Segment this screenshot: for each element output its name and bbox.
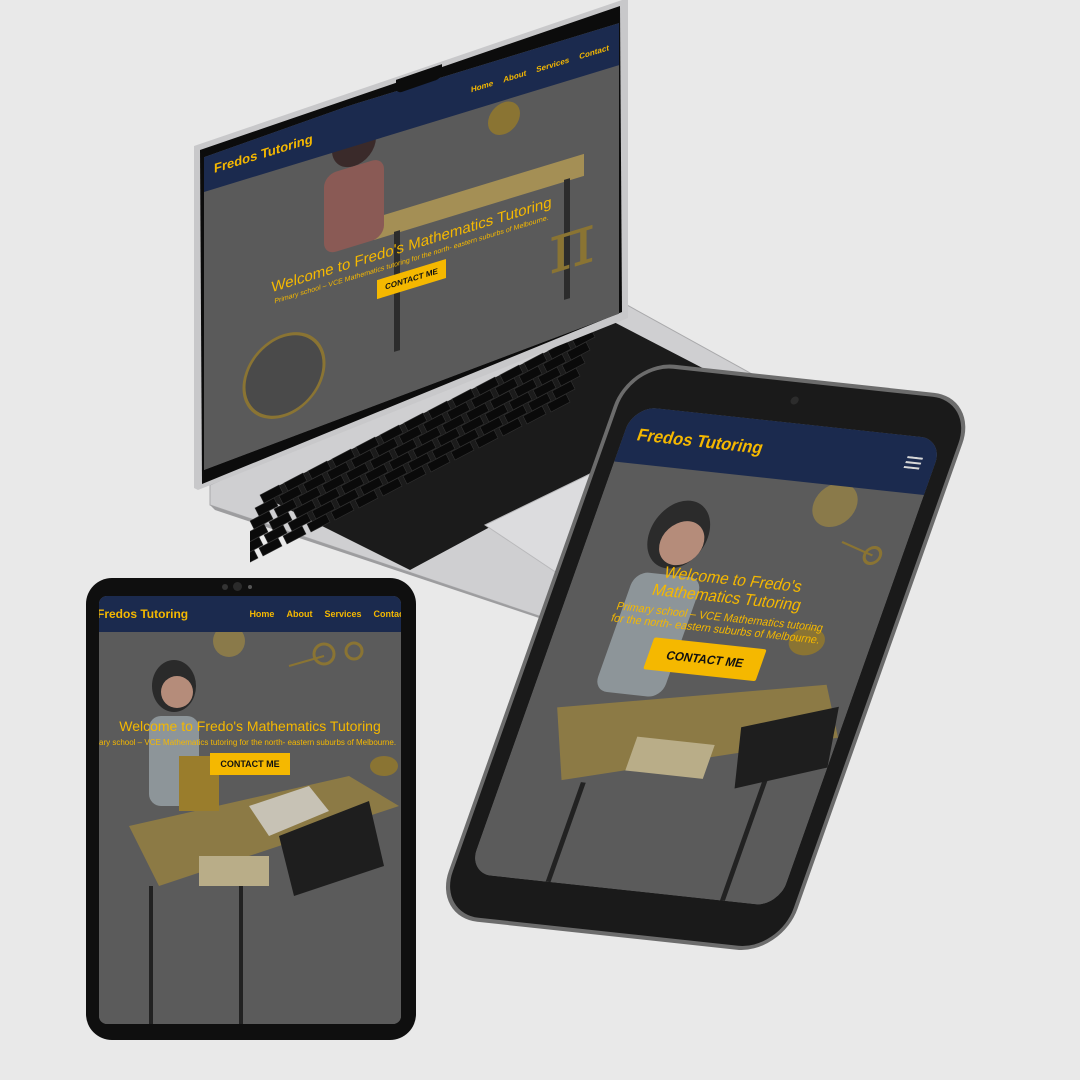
laptop-site: π Fredos Tutoring Home About Services Co… <box>204 23 619 470</box>
tablet-sensor-dot <box>248 585 252 589</box>
nav-brand[interactable]: Fredos Tutoring <box>99 607 188 621</box>
keyboard-key <box>250 549 259 563</box>
nav-link-services[interactable]: Services <box>324 609 361 619</box>
hero-illustration <box>99 596 401 1024</box>
nav-link-contact[interactable]: Contact <box>579 43 609 61</box>
nav-link-contact[interactable]: Contact <box>374 609 402 619</box>
nav-link-home[interactable]: Home <box>471 78 493 94</box>
contact-me-button[interactable]: CONTACT ME <box>210 753 290 775</box>
camera-icon <box>233 582 242 591</box>
hero-title: Welcome to Fredo's Mathematics Tutoring <box>119 718 381 734</box>
nav-link-about[interactable]: About <box>503 68 526 84</box>
hamburger-menu-icon[interactable] <box>902 455 924 475</box>
nav-link-about[interactable]: About <box>286 609 312 619</box>
nav-link-services[interactable]: Services <box>536 55 569 74</box>
laptop-screen: π Fredos Tutoring Home About Services Co… <box>204 10 619 470</box>
tablet-sensor-dot <box>222 584 228 590</box>
nav-link-home[interactable]: Home <box>249 609 274 619</box>
tablet-screen: Fredos Tutoring Home About Services Cont… <box>99 596 401 1024</box>
hero-subtitle: ary school – VCE Mathematics tutoring fo… <box>99 738 397 747</box>
nav-brand[interactable]: Fredos Tutoring <box>634 425 766 458</box>
tablet-site: Fredos Tutoring Home About Services Cont… <box>99 596 401 1024</box>
camera-icon <box>789 396 800 405</box>
tablet-device: Fredos Tutoring Home About Services Cont… <box>86 578 416 1040</box>
nav-links: Home About Services Contact <box>237 609 401 619</box>
